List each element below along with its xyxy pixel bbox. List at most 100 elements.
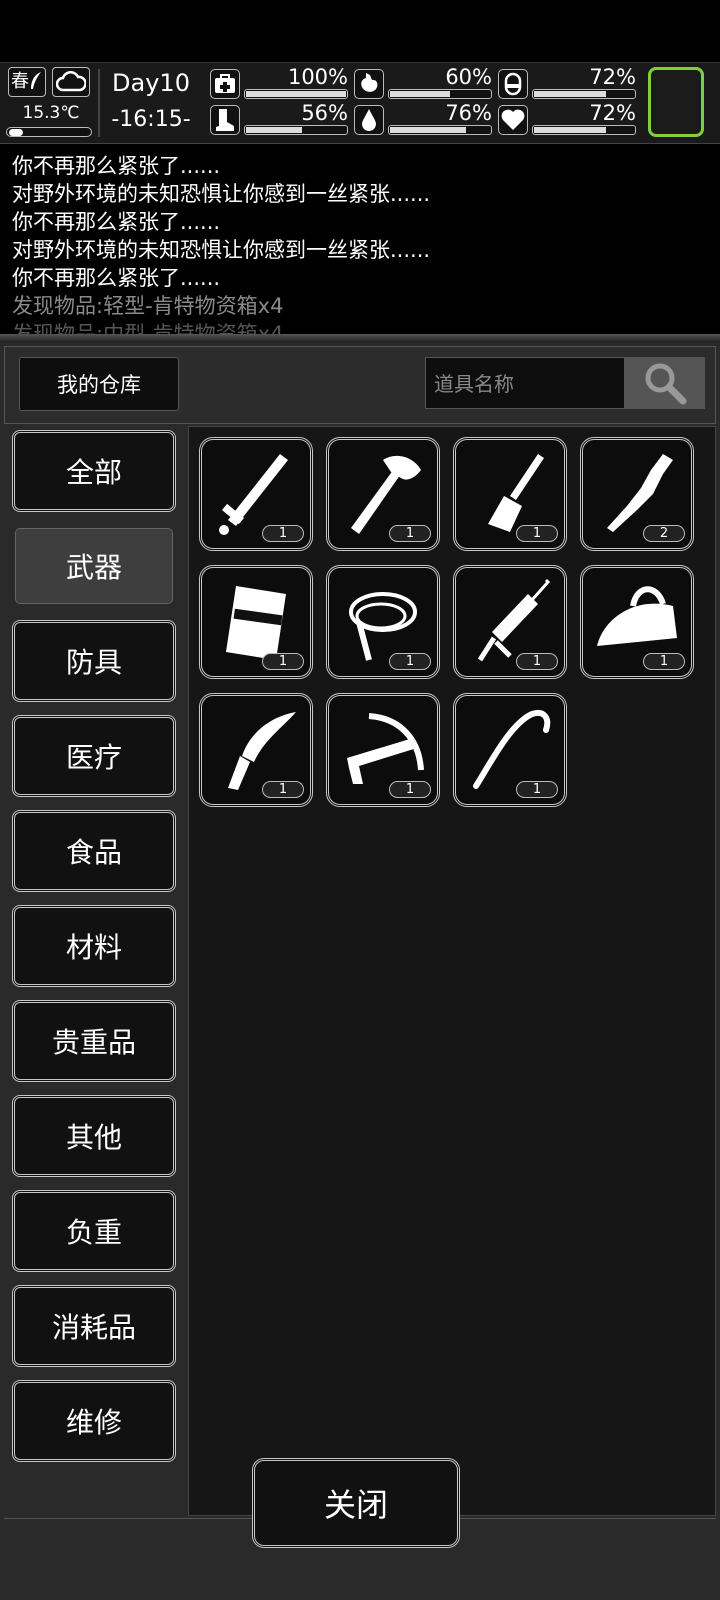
thermometer-icon	[9, 129, 23, 136]
item-count: 1	[262, 653, 304, 670]
stat-bar-fill	[246, 127, 302, 133]
log-line: 你不再那么紧张了......	[12, 266, 221, 290]
log-line: 你不再那么紧张了......	[12, 154, 221, 178]
item-count: 1	[262, 525, 304, 542]
stat-bar	[244, 89, 348, 99]
axe-icon	[351, 455, 421, 534]
category-food[interactable]: 食品	[12, 810, 176, 892]
iron-icon	[597, 586, 677, 646]
item-slot[interactable]: 1	[453, 565, 567, 679]
warehouse-title-button[interactable]: 我的仓库	[19, 357, 179, 411]
item-slot[interactable]: 1	[326, 693, 440, 807]
season-label: 春	[11, 71, 29, 92]
feather-icon	[31, 72, 41, 89]
warehouse-panel: 我的仓库 道具名称 全部 武器 防具 医疗 食品 材料 贵重品 其他 负重 消耗…	[0, 342, 720, 1600]
item-slot[interactable]: 2	[580, 437, 694, 551]
temperature-bar	[6, 127, 92, 137]
item-slot[interactable]: 1	[326, 437, 440, 551]
stat-value: 100%	[287, 65, 348, 89]
item-count: 1	[516, 525, 558, 542]
stat-bar-fill	[534, 127, 606, 133]
search-icon	[645, 363, 687, 405]
chisel-icon	[488, 454, 544, 532]
stat-value: 72%	[589, 101, 636, 125]
category-list[interactable]: 全部 武器 防具 医疗 食品 材料 贵重品 其他 负重 消耗品 维修	[4, 426, 184, 1516]
item-slot[interactable]: 1	[199, 565, 313, 679]
divider	[98, 69, 100, 137]
category-repair[interactable]: 维修	[12, 1380, 176, 1462]
log-line: 你不再那么紧张了......	[12, 210, 221, 234]
log-line: 发现物品:轻型-肯特物资箱x4	[12, 294, 284, 318]
item-slot[interactable]: 1	[453, 437, 567, 551]
item-slot[interactable]: 1	[199, 693, 313, 807]
stat-value: 76%	[445, 101, 492, 125]
item-count: 1	[516, 781, 558, 798]
close-button[interactable]: 关闭	[252, 1458, 460, 1548]
stat-value: 56%	[301, 101, 348, 125]
crossbow-icon	[347, 713, 424, 784]
item-slot[interactable]: 1	[580, 565, 694, 679]
category-valuables[interactable]: 贵重品	[12, 1000, 176, 1082]
category-all[interactable]: 全部	[12, 430, 176, 512]
item-slot[interactable]: 1	[326, 565, 440, 679]
status-bar: 春 15.3℃ Day10 -16:15- 100% 60% 72% 56% 7…	[0, 62, 720, 144]
character-avatar-button[interactable]	[648, 67, 704, 137]
item-count: 1	[389, 653, 431, 670]
stat-stamina: 56%	[210, 101, 350, 139]
temperature-label: 15.3℃	[22, 103, 80, 123]
stat-bar-fill	[390, 91, 450, 97]
category-medical[interactable]: 医疗	[12, 715, 176, 797]
log-divider	[0, 334, 720, 342]
stat-hunger: 60%	[354, 65, 494, 103]
item-count: 1	[389, 525, 431, 542]
item-grid: 1 1 1 2 1 1 1 1 1 1 1	[188, 426, 716, 1516]
weather-badge	[52, 67, 90, 97]
baton-icon	[219, 454, 288, 535]
stat-bar	[244, 125, 348, 135]
whip-icon	[349, 592, 417, 661]
cloud-icon	[56, 71, 86, 92]
stat-value: 72%	[589, 65, 636, 89]
category-weapons[interactable]: 武器	[12, 525, 176, 607]
category-consumables[interactable]: 消耗品	[12, 1285, 176, 1367]
kukri-icon	[228, 712, 296, 790]
stat-bar	[532, 125, 636, 135]
water-drop-icon	[354, 105, 384, 135]
stat-bar	[532, 89, 636, 99]
riot-shield-icon	[226, 586, 286, 660]
item-count: 2	[643, 525, 685, 542]
item-slot[interactable]: 1	[199, 437, 313, 551]
stat-mood: 72%	[498, 101, 638, 139]
wooden-club-icon	[607, 454, 673, 532]
message-log: 你不再那么紧张了...... 对野外环境的未知恐惧让你感到一丝紧张...... …	[0, 148, 720, 334]
log-line: 发现物品:中型-肯特物资箱x4	[12, 322, 284, 334]
category-armor[interactable]: 防具	[12, 620, 176, 702]
category-other[interactable]: 其他	[12, 1095, 176, 1177]
clock-label: -16:15-	[111, 107, 191, 132]
item-count: 1	[643, 653, 685, 670]
item-search-input[interactable]: 道具名称	[425, 357, 625, 409]
pill-icon	[498, 69, 528, 99]
log-line: 对野外环境的未知恐惧让你感到一丝紧张......	[12, 238, 431, 262]
search-button[interactable]	[625, 357, 705, 409]
medkit-icon	[210, 69, 240, 99]
item-slot[interactable]: 1	[453, 693, 567, 807]
item-count: 1	[262, 781, 304, 798]
stat-immunity: 72%	[498, 65, 638, 103]
stat-health: 100%	[210, 65, 350, 103]
warehouse-toolbar: 我的仓库 道具名称	[4, 346, 716, 424]
caulk-gun-icon	[477, 578, 551, 662]
stat-value: 60%	[445, 65, 492, 89]
category-load[interactable]: 负重	[12, 1190, 176, 1272]
stat-bar-fill	[246, 91, 346, 97]
stat-bar	[388, 125, 492, 135]
heart-icon	[498, 105, 528, 135]
stat-bar-fill	[390, 127, 466, 133]
crowbar-icon	[473, 710, 551, 789]
stomach-icon	[354, 69, 384, 99]
log-line: 对野外环境的未知恐惧让你感到一丝紧张......	[12, 182, 431, 206]
stat-bar	[388, 89, 492, 99]
game-screen: 春 15.3℃ Day10 -16:15- 100% 60% 72% 56% 7…	[0, 0, 720, 1600]
stat-thirst: 76%	[354, 101, 494, 139]
category-materials[interactable]: 材料	[12, 905, 176, 987]
